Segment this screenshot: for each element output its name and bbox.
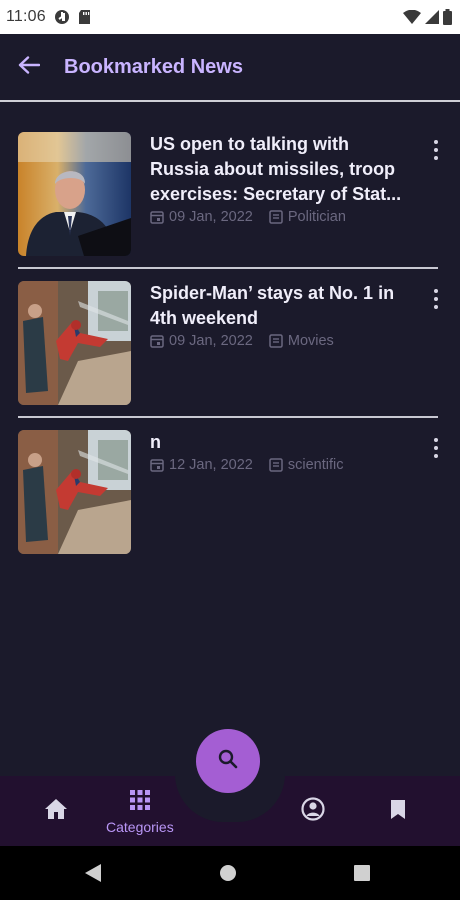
more-vert-icon (434, 289, 438, 293)
arrow-left-icon (18, 55, 41, 79)
news-meta: 12 Jan, 2022 scientific (150, 457, 412, 473)
more-vert-icon (434, 438, 438, 442)
status-time: 11:06 (6, 8, 46, 25)
news-title: n (150, 432, 161, 452)
more-vert-icon (434, 140, 438, 144)
news-category: scientific (287, 457, 344, 473)
app-bar: Bookmarked News (0, 34, 460, 102)
nav-categories-label: Categories (106, 819, 174, 835)
system-recents-icon[interactable] (353, 863, 371, 888)
news-thumbnail (18, 132, 131, 256)
status-bar: 11:06 (0, 0, 460, 34)
more-options-button[interactable] (428, 138, 444, 162)
category-icon (269, 210, 283, 224)
system-back-icon[interactable] (84, 863, 102, 888)
calendar-icon (150, 334, 164, 348)
news-date: 09 Jan, 2022 (169, 333, 253, 349)
nav-profile[interactable] (301, 797, 325, 826)
account-circle-icon (301, 797, 325, 826)
news-date: 09 Jan, 2022 (169, 209, 253, 225)
news-meta: 09 Jan, 2022 Movies (150, 333, 412, 349)
system-home-icon[interactable] (219, 863, 237, 888)
news-meta: 09 Jan, 2022 Politician (150, 209, 412, 225)
news-title: Spider-Man’ stays at No. 1 in 4th weeken… (150, 283, 395, 328)
news-thumbnail (18, 430, 131, 554)
more-options-button[interactable] (428, 287, 444, 311)
calendar-icon (150, 210, 164, 224)
apps-grid-icon (129, 790, 150, 815)
news-date: 12 Jan, 2022 (169, 457, 253, 473)
system-navigation-bar (0, 846, 460, 900)
news-category: Politician (287, 209, 346, 225)
back-button[interactable] (0, 33, 56, 101)
news-thumbnail (18, 281, 131, 405)
search-icon (218, 749, 238, 774)
more-options-button[interactable] (428, 436, 444, 460)
news-title: US open to talking with Russia about mis… (150, 134, 402, 204)
nav-home[interactable] (44, 798, 68, 825)
calendar-icon (150, 458, 164, 472)
data-saver-icon (54, 9, 70, 25)
bookmark-icon (390, 799, 406, 825)
page-title: Bookmarked News (64, 55, 243, 78)
category-icon (269, 334, 283, 348)
news-category: Movies (287, 333, 334, 349)
signal-icon (425, 10, 439, 24)
home-icon (44, 798, 68, 825)
list-item[interactable]: US open to talking with Russia about mis… (18, 120, 438, 269)
category-icon (269, 458, 283, 472)
list-item[interactable]: n 12 Jan, 2022 scientific (18, 418, 438, 567)
nav-bookmarks[interactable] (390, 799, 406, 825)
nav-categories[interactable]: Categories (106, 790, 174, 835)
sd-card-icon (78, 9, 91, 25)
battery-icon (443, 9, 452, 25)
news-list: US open to talking with Russia about mis… (18, 120, 438, 567)
search-fab[interactable] (196, 729, 260, 793)
wifi-icon (403, 10, 421, 24)
list-item[interactable]: Spider-Man’ stays at No. 1 in 4th weeken… (18, 269, 438, 418)
